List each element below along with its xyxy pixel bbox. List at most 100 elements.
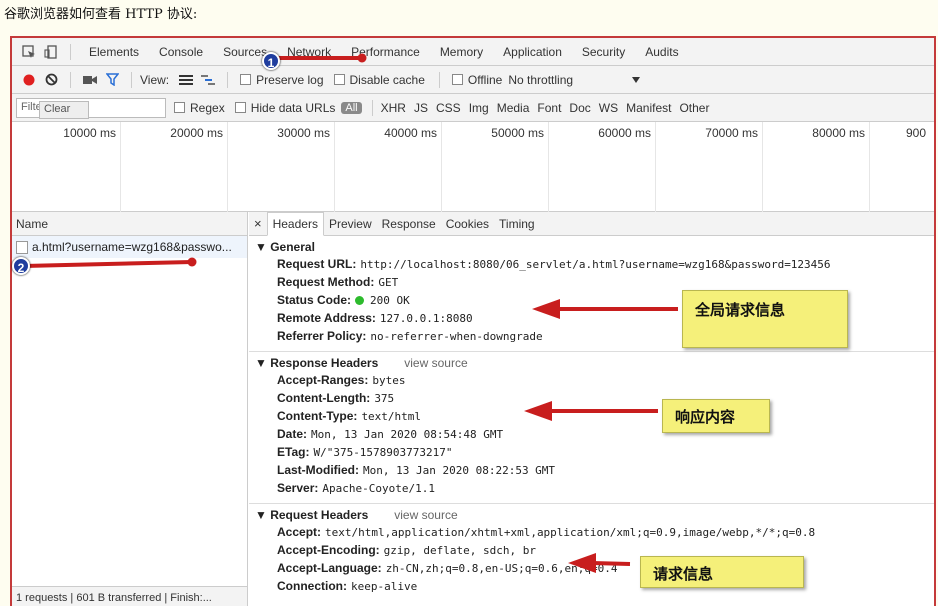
tab-headers[interactable]: Headers: [266, 212, 324, 236]
note-request: 请求信息: [640, 556, 804, 588]
type-css[interactable]: CSS: [436, 101, 461, 115]
toolbar-separator: [70, 71, 71, 88]
header-row: Accept-Encoding: gzip, deflate, sdch, br: [277, 543, 536, 557]
filter-input[interactable]: Filter Clear: [16, 97, 166, 119]
chevron-down-icon[interactable]: [625, 69, 647, 91]
tab-elements[interactable]: Elements: [89, 45, 139, 59]
detail-tabbar: × Headers Preview Response Cookies Timin…: [249, 212, 934, 236]
toolbar-separator: [131, 71, 132, 88]
type-js[interactable]: JS: [414, 101, 428, 115]
tab-timing[interactable]: Timing: [494, 213, 540, 235]
tab-memory[interactable]: Memory: [440, 45, 483, 59]
tab-separator: [70, 43, 71, 60]
tab-preview[interactable]: Preview: [324, 213, 377, 235]
close-detail-icon[interactable]: ×: [249, 212, 267, 235]
header-row: Content-Length: 375: [277, 391, 395, 405]
waterfall-view-icon[interactable]: [197, 69, 219, 91]
page-caption: 谷歌浏览器如何查看 HTTP 协议:: [4, 7, 198, 22]
offline-label: Offline: [467, 72, 503, 87]
tab-application[interactable]: Application: [503, 45, 562, 59]
timeline-tick: 80000 ms: [812, 126, 865, 140]
note-general: 全局请求信息: [682, 290, 848, 348]
type-xhr[interactable]: XHR: [381, 101, 406, 115]
timeline-gridline: [762, 122, 763, 212]
clear-icon[interactable]: [40, 69, 62, 91]
request-name: a.html?username=wzg168&passwo...: [32, 240, 232, 254]
network-status-bar: 1 requests | 601 B transferred | Finish:…: [12, 586, 247, 606]
general-title: General: [270, 240, 315, 254]
timeline-gridline: [120, 122, 121, 212]
response-headers-toggle[interactable]: ▼ Response Headers view source: [255, 356, 934, 373]
device-toolbar-icon[interactable]: [40, 41, 62, 63]
type-media[interactable]: Media: [497, 101, 530, 115]
header-row: Accept-Ranges: bytes: [277, 373, 406, 387]
timeline-overview[interactable]: 10000 ms 20000 ms 30000 ms 40000 ms 5000…: [12, 122, 934, 212]
tab-security[interactable]: Security: [582, 45, 625, 59]
header-row: Content-Type: text/html: [277, 409, 422, 423]
view-label: View:: [140, 72, 170, 87]
tab-network[interactable]: Network: [287, 45, 331, 59]
tab-performance[interactable]: Performance: [351, 45, 420, 59]
disable-cache-label: Disable cache: [349, 72, 425, 87]
inspect-element-icon[interactable]: [18, 41, 40, 63]
general-section-toggle[interactable]: ▼ General: [255, 240, 934, 257]
timeline-tick: 20000 ms: [170, 126, 223, 140]
type-doc[interactable]: Doc: [569, 101, 590, 115]
tab-cookies[interactable]: Cookies: [441, 213, 494, 235]
timeline-tick: 10000 ms: [63, 126, 116, 140]
type-other[interactable]: Other: [679, 101, 709, 115]
timeline-gridline: [227, 122, 228, 212]
timeline-tick: 70000 ms: [705, 126, 758, 140]
preserve-log-label: Preserve log: [256, 72, 324, 87]
section-divider: [249, 503, 934, 504]
header-row: Server: Apache-Coyote/1.1: [277, 481, 435, 495]
timeline-gridline: [655, 122, 656, 212]
request-detail-pane: × Headers Preview Response Cookies Timin…: [249, 212, 934, 606]
note-response: 响应内容: [662, 399, 770, 433]
network-toolbar: View: Preserve log Disable cache Offline…: [12, 66, 934, 94]
preserve-log-checkbox[interactable]: [240, 74, 252, 85]
hide-data-urls-label: Hide data URLs: [250, 100, 336, 115]
step-badge-2: 2: [12, 257, 30, 275]
tab-console[interactable]: Console: [159, 45, 203, 59]
throttling-select[interactable]: No throttling: [508, 73, 573, 87]
timeline-tick: 900: [906, 126, 927, 140]
clear-tooltip: Clear: [39, 100, 89, 119]
name-column-header[interactable]: Name: [12, 212, 247, 236]
response-headers-section: ▼ Response Headers view source Accept-Ran…: [249, 356, 934, 499]
tab-sources[interactable]: Sources: [223, 45, 267, 59]
response-headers-title: Response Headers: [270, 356, 379, 370]
camera-icon[interactable]: [79, 69, 101, 91]
tab-response[interactable]: Response: [377, 213, 441, 235]
header-row: Connection: keep-alive: [277, 579, 418, 593]
status-ok-icon: [355, 296, 365, 306]
record-icon[interactable]: [18, 69, 40, 91]
tab-audits[interactable]: Audits: [645, 45, 678, 59]
request-headers-section: ▼ Request Headers view source Accept: text…: [249, 508, 934, 597]
request-headers-toggle[interactable]: ▼ Request Headers view source: [255, 508, 934, 525]
regex-checkbox[interactable]: [174, 102, 185, 113]
header-row: ETag: W/"375-1578903773217": [277, 445, 453, 459]
type-ws[interactable]: WS: [599, 101, 618, 115]
offline-checkbox[interactable]: [451, 74, 463, 85]
filter-separator: [371, 99, 373, 116]
step-badge-1: 1: [262, 52, 280, 70]
request-list: Name a.html?username=wzg168&passwo... 1 …: [12, 212, 248, 606]
list-view-icon[interactable]: [175, 69, 197, 91]
type-manifest[interactable]: Manifest: [626, 101, 671, 115]
filter-icon[interactable]: [101, 69, 123, 91]
view-source-link[interactable]: view source: [394, 508, 457, 522]
type-img[interactable]: Img: [469, 101, 489, 115]
header-row: Date: Mon, 13 Jan 2020 08:54:48 GMT: [277, 427, 504, 441]
request-row[interactable]: a.html?username=wzg168&passwo...: [12, 236, 247, 258]
header-row: Request URL: http://localhost:8080/06_ser…: [277, 257, 831, 271]
type-all[interactable]: All: [341, 101, 362, 114]
type-font[interactable]: Font: [537, 101, 561, 115]
disable-cache-checkbox[interactable]: [333, 74, 345, 85]
timeline-tick: 30000 ms: [277, 126, 330, 140]
file-icon: [16, 241, 28, 255]
devtools-tabbar: Elements Console Sources Network Perform…: [12, 38, 934, 66]
hide-data-urls-checkbox[interactable]: [234, 102, 246, 113]
view-source-link[interactable]: view source: [404, 356, 467, 370]
regex-label: Regex: [190, 100, 225, 115]
